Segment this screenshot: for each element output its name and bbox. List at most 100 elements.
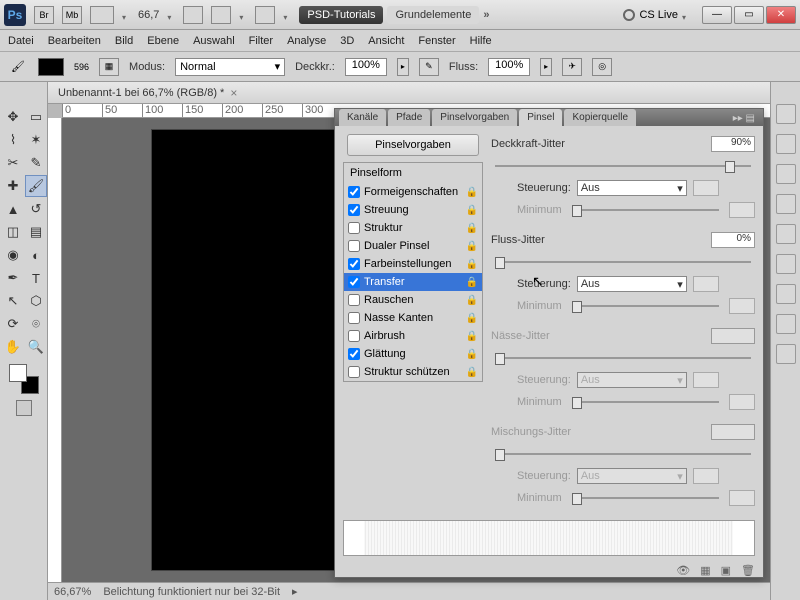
maximize-button[interactable]: ▭ — [734, 6, 764, 24]
attr-checkbox[interactable] — [348, 366, 360, 378]
attr-checkbox[interactable] — [348, 276, 360, 288]
menu-item[interactable]: Bearbeiten — [48, 35, 101, 47]
path-select-tool[interactable]: ↖ — [2, 290, 24, 312]
opacity-jitter-slider[interactable] — [495, 165, 751, 167]
airbrush-icon[interactable]: ✈ — [562, 58, 582, 76]
tab-paths[interactable]: Pfade — [388, 109, 430, 126]
dock-swatches-icon[interactable] — [776, 134, 796, 154]
dock-masks-icon[interactable] — [776, 224, 796, 244]
move-tool[interactable]: ✥ — [2, 106, 24, 128]
attr-checkbox[interactable] — [348, 204, 360, 216]
canvas[interactable] — [152, 130, 352, 570]
dock-layers-icon[interactable] — [776, 254, 796, 274]
dock-color-icon[interactable] — [776, 104, 796, 124]
eraser-tool[interactable]: ◫ — [2, 221, 24, 243]
crumb[interactable]: PSD-Tutorials — [299, 6, 383, 24]
attr-checkbox[interactable] — [348, 240, 360, 252]
3d-camera-tool[interactable]: ⌾ — [25, 313, 47, 335]
lock-icon[interactable]: 🔒 — [466, 223, 478, 234]
brush-attr-item[interactable]: Transfer🔒 — [344, 273, 482, 291]
menu-item[interactable]: Bild — [115, 35, 133, 47]
menu-item[interactable]: 3D — [340, 35, 354, 47]
view-controls[interactable] — [90, 6, 114, 24]
mode-select[interactable]: Normal▾ — [175, 58, 285, 76]
lock-icon[interactable]: 🔒 — [466, 295, 478, 306]
color-swatches[interactable] — [9, 364, 39, 394]
brush-attr-item[interactable]: Streuung🔒 — [344, 201, 482, 219]
cs-live[interactable]: CS Live — ▭ ✕ — [623, 6, 796, 24]
bridge-button[interactable]: Br — [34, 6, 54, 24]
dodge-tool[interactable]: ◐ — [25, 244, 47, 266]
attr-checkbox[interactable] — [348, 348, 360, 360]
brush-tool-icon[interactable]: 🖌 — [8, 57, 28, 77]
gradient-tool[interactable]: ▤ — [25, 221, 47, 243]
zoom-level[interactable]: 66,7 — [138, 9, 159, 21]
lock-icon[interactable]: 🔒 — [466, 313, 478, 324]
lock-icon[interactable]: 🔒 — [466, 367, 478, 378]
brush-tool[interactable]: 🖌 — [25, 175, 47, 197]
attr-checkbox[interactable] — [348, 330, 360, 342]
brush-attr-item[interactable]: Dualer Pinsel🔒 — [344, 237, 482, 255]
tab-brush[interactable]: Pinsel — [519, 109, 562, 126]
history-brush-tool[interactable]: ↺ — [25, 198, 47, 220]
lock-icon[interactable]: 🔒 — [466, 277, 478, 288]
crumb[interactable]: Grundelemente — [387, 6, 479, 24]
wand-tool[interactable]: ✶ — [25, 129, 47, 151]
lock-icon[interactable]: 🔒 — [466, 241, 478, 252]
eyedropper-tool[interactable]: ✎ — [25, 152, 47, 174]
lock-icon[interactable]: 🔒 — [466, 349, 478, 360]
lock-icon[interactable]: 🔒 — [466, 187, 478, 198]
minimize-button[interactable]: — — [702, 6, 732, 24]
shape-tool[interactable]: ⬡ — [25, 290, 47, 312]
stamp-tool[interactable]: ▲ — [2, 198, 24, 220]
lasso-tool[interactable]: ⌇ — [2, 129, 24, 151]
pen-tool[interactable]: ✒ — [2, 267, 24, 289]
list-header[interactable]: Pinselform — [344, 163, 482, 183]
tab-clone-source[interactable]: Kopierquelle — [564, 109, 636, 126]
flow-jitter-value[interactable]: 0% — [711, 232, 755, 248]
tool-icon[interactable] — [183, 6, 203, 24]
lock-icon[interactable]: 🔒 — [466, 205, 478, 216]
status-zoom[interactable]: 66,67% — [54, 586, 91, 598]
attr-checkbox[interactable] — [348, 294, 360, 306]
brush-attr-item[interactable]: Airbrush🔒 — [344, 327, 482, 345]
3d-tool[interactable]: ⟳ — [2, 313, 24, 335]
tool-icon[interactable] — [255, 6, 275, 24]
opacity-jitter-value[interactable]: 90% — [711, 136, 755, 152]
brush-size[interactable]: 596 — [74, 62, 89, 72]
tablet-opacity-icon[interactable]: ✎ — [419, 58, 439, 76]
menu-item[interactable]: Auswahl — [193, 35, 235, 47]
create-brush-icon[interactable]: ▣ — [721, 564, 731, 577]
dock-adjust-icon[interactable] — [776, 194, 796, 214]
flow-flyout[interactable]: ▸ — [540, 58, 552, 76]
dropdown-icon[interactable] — [122, 11, 130, 19]
menu-item[interactable]: Datei — [8, 35, 34, 47]
tool-icon[interactable] — [211, 6, 231, 24]
brush-attr-item[interactable]: Nasse Kanten🔒 — [344, 309, 482, 327]
blur-tool[interactable]: ◉ — [2, 244, 24, 266]
opacity-control-select[interactable]: Aus▾ — [577, 180, 687, 196]
menu-item[interactable]: Ebene — [147, 35, 179, 47]
opacity-flyout[interactable]: ▸ — [397, 58, 409, 76]
attr-checkbox[interactable] — [348, 222, 360, 234]
chevron-right-icon[interactable]: ▸ — [292, 585, 298, 598]
brush-presets-button[interactable]: Pinselvorgaben — [347, 134, 479, 156]
opacity-input[interactable]: 100% — [345, 58, 387, 76]
dock-channels-icon[interactable] — [776, 284, 796, 304]
zoom-tool[interactable]: 🔍 — [25, 336, 47, 358]
trash-icon[interactable]: 🗑 — [741, 564, 755, 577]
standard-mode[interactable] — [16, 400, 32, 416]
brush-panel-toggle[interactable]: ▦ — [99, 58, 119, 76]
brush-attr-item[interactable]: Formeigenschaften🔒 — [344, 183, 482, 201]
close-button[interactable]: ✕ — [766, 6, 796, 24]
menu-item[interactable]: Hilfe — [470, 35, 492, 47]
brush-attr-item[interactable]: Struktur schützen🔒 — [344, 363, 482, 381]
lock-icon[interactable]: 🔒 — [466, 259, 478, 270]
minibridge-button[interactable]: Mb — [62, 6, 82, 24]
dock-paths-icon[interactable] — [776, 314, 796, 334]
attr-checkbox[interactable] — [348, 258, 360, 270]
toggle-preview-icon[interactable]: 👁 — [676, 564, 690, 577]
new-preset-icon[interactable]: ▦ — [700, 564, 710, 577]
menu-item[interactable]: Ansicht — [368, 35, 404, 47]
crop-tool[interactable]: ✂ — [2, 152, 24, 174]
